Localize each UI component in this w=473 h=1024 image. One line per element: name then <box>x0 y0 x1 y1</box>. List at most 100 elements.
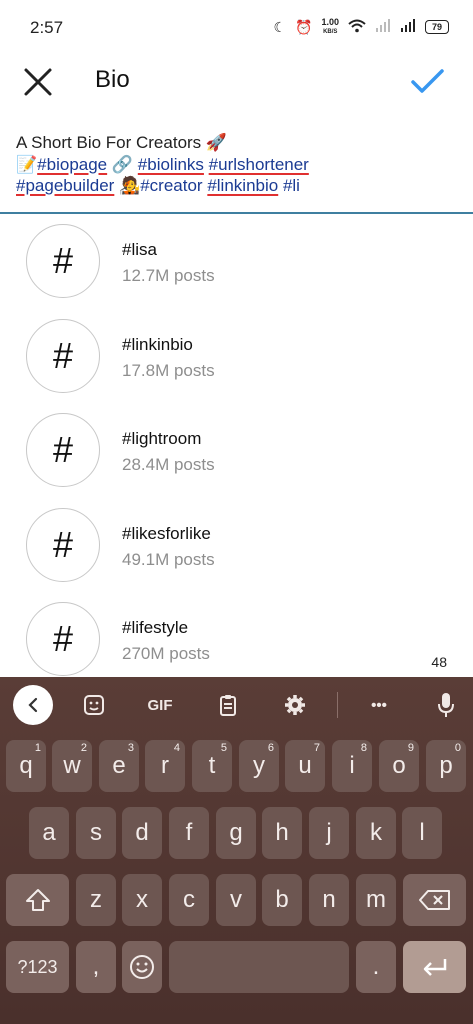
hashtag-icon: # <box>26 224 100 298</box>
status-bar: 2:57 ☾ ⏰ 1.00 KB/S 79 <box>0 0 473 52</box>
period-key[interactable]: . <box>356 941 396 993</box>
key-c[interactable]: c <box>169 874 209 926</box>
spacebar[interactable] <box>169 941 349 993</box>
hashtag-icon: # <box>26 602 100 676</box>
suggestion-item[interactable]: # #lifestyle 270M posts <box>0 592 473 677</box>
suggestion-tag: #lightroom <box>122 429 202 448</box>
voice-input-button[interactable] <box>432 691 460 719</box>
sticker-icon <box>84 695 104 715</box>
close-icon <box>24 68 52 96</box>
key-e[interactable]: e3 <box>99 740 139 792</box>
key-b[interactable]: b <box>262 874 302 926</box>
shift-icon <box>25 889 50 911</box>
suggestion-post-count: 17.8M posts <box>122 361 215 380</box>
bio-text-input[interactable]: A Short Bio For Creators 🚀 📝#biopage 🔗 #… <box>16 132 456 197</box>
key-q[interactable]: q1 <box>6 740 46 792</box>
settings-button[interactable] <box>281 691 309 719</box>
key-y[interactable]: y6 <box>239 740 279 792</box>
suggestion-item[interactable]: # #lightroom 28.4M posts <box>0 403 473 497</box>
suggestion-tag: #likesforlike <box>122 524 211 543</box>
hashtag-icon: # <box>26 319 100 393</box>
suggestion-item[interactable]: # #likesforlike 49.1M posts <box>0 498 473 592</box>
hashtag-biolinks: #biolinks <box>137 154 204 174</box>
moon-icon: ☾ <box>273 18 287 35</box>
hashtag-biopage: #biopage <box>37 154 108 174</box>
remaining-character-count: 48 <box>431 654 447 670</box>
bio-line-1: A Short Bio For Creators 🚀 <box>16 133 228 152</box>
close-button[interactable] <box>18 62 58 102</box>
sticker-button[interactable] <box>80 691 108 719</box>
key-k[interactable]: k <box>356 807 396 859</box>
hashtag-urlshortener: #urlshortener <box>208 154 309 174</box>
battery-icon: 79 <box>425 20 449 34</box>
suggestion-post-count: 270M posts <box>122 644 210 663</box>
suggestion-item[interactable]: # #linkinbio 17.8M posts <box>0 309 473 403</box>
clipboard-button[interactable] <box>214 691 242 719</box>
page-title: Bio <box>95 66 130 93</box>
key-p[interactable]: p0 <box>426 740 466 792</box>
key-m[interactable]: m <box>356 874 396 926</box>
keyboard-toolbar: GIF ••• <box>0 677 473 733</box>
hashtag-icon: # <box>26 508 100 582</box>
key-d[interactable]: d <box>122 807 162 859</box>
key-w[interactable]: w2 <box>52 740 92 792</box>
key-l[interactable]: l <box>402 807 442 859</box>
key-z[interactable]: z <box>76 874 116 926</box>
hashtag-suggestion-list: # #lisa 12.7M posts # #linkinbio 17.8M p… <box>0 214 473 677</box>
backspace-icon <box>418 890 450 910</box>
suggestion-item[interactable]: # #lisa 12.7M posts <box>0 214 473 308</box>
key-g[interactable]: g <box>216 807 256 859</box>
keyboard-back-button[interactable] <box>13 685 53 725</box>
key-a[interactable]: a <box>29 807 69 859</box>
gif-button[interactable]: GIF <box>142 691 178 719</box>
hashtag-creator: #creator <box>140 176 203 195</box>
status-time: 2:57 <box>30 18 64 37</box>
key-f[interactable]: f <box>169 807 209 859</box>
return-icon <box>423 959 446 976</box>
key-r[interactable]: r4 <box>145 740 185 792</box>
key-t[interactable]: t5 <box>192 740 232 792</box>
suggestion-post-count: 12.7M posts <box>122 266 215 285</box>
hashtag-icon: # <box>26 413 100 487</box>
key-s[interactable]: s <box>76 807 116 859</box>
key-o[interactable]: o9 <box>379 740 419 792</box>
top-app-bar: Bio <box>0 52 473 110</box>
suggestion-tag: #lisa <box>122 240 157 259</box>
save-button[interactable] <box>407 62 447 102</box>
microphone-icon <box>438 693 454 717</box>
hashtag-partial: #li <box>282 176 300 195</box>
backspace-key[interactable] <box>403 874 466 926</box>
net-speed: 1.00 KB/S <box>321 17 339 36</box>
suggestion-post-count: 28.4M posts <box>122 455 215 474</box>
suggestion-post-count: 49.1M posts <box>122 550 215 569</box>
comma-key[interactable]: , <box>76 941 116 993</box>
checkmark-icon <box>411 69 444 93</box>
key-u[interactable]: u7 <box>285 740 325 792</box>
soft-keyboard: GIF ••• q1 w2 e3 r4 t5 y6 u7 i8 o9 p0 a … <box>0 677 473 1024</box>
key-v[interactable]: v <box>216 874 256 926</box>
clipboard-icon <box>220 695 236 716</box>
alarm-icon: ⏰ <box>295 18 313 35</box>
key-n[interactable]: n <box>309 874 349 926</box>
chevron-left-icon <box>28 697 38 713</box>
gear-icon <box>285 695 305 715</box>
suggestion-tag: #lifestyle <box>122 618 189 637</box>
enter-key[interactable] <box>403 941 466 993</box>
status-icons: ☾ ⏰ 1.00 KB/S 79 <box>273 18 449 36</box>
key-j[interactable]: j <box>309 807 349 859</box>
hashtag-linkinbio: #linkinbio <box>207 176 279 195</box>
symbols-key[interactable]: ?123 <box>6 941 69 993</box>
bio-line-2: 📝#biopage 🔗 #biolinks #urlshortener <box>16 154 309 174</box>
emoji-key[interactable] <box>122 941 162 993</box>
suggestion-tag: #linkinbio <box>122 335 193 354</box>
shift-key[interactable] <box>6 874 69 926</box>
key-x[interactable]: x <box>122 874 162 926</box>
bio-line-3: #pagebuilder 🧑‍🎤#creator #linkinbio #li <box>16 176 300 195</box>
key-i[interactable]: i8 <box>332 740 372 792</box>
key-h[interactable]: h <box>262 807 302 859</box>
hashtag-pagebuilder: #pagebuilder <box>16 176 115 195</box>
more-options-button[interactable]: ••• <box>365 691 393 719</box>
signal-icon <box>400 18 416 36</box>
wifi-icon <box>348 19 366 36</box>
toolbar-divider <box>337 692 338 718</box>
